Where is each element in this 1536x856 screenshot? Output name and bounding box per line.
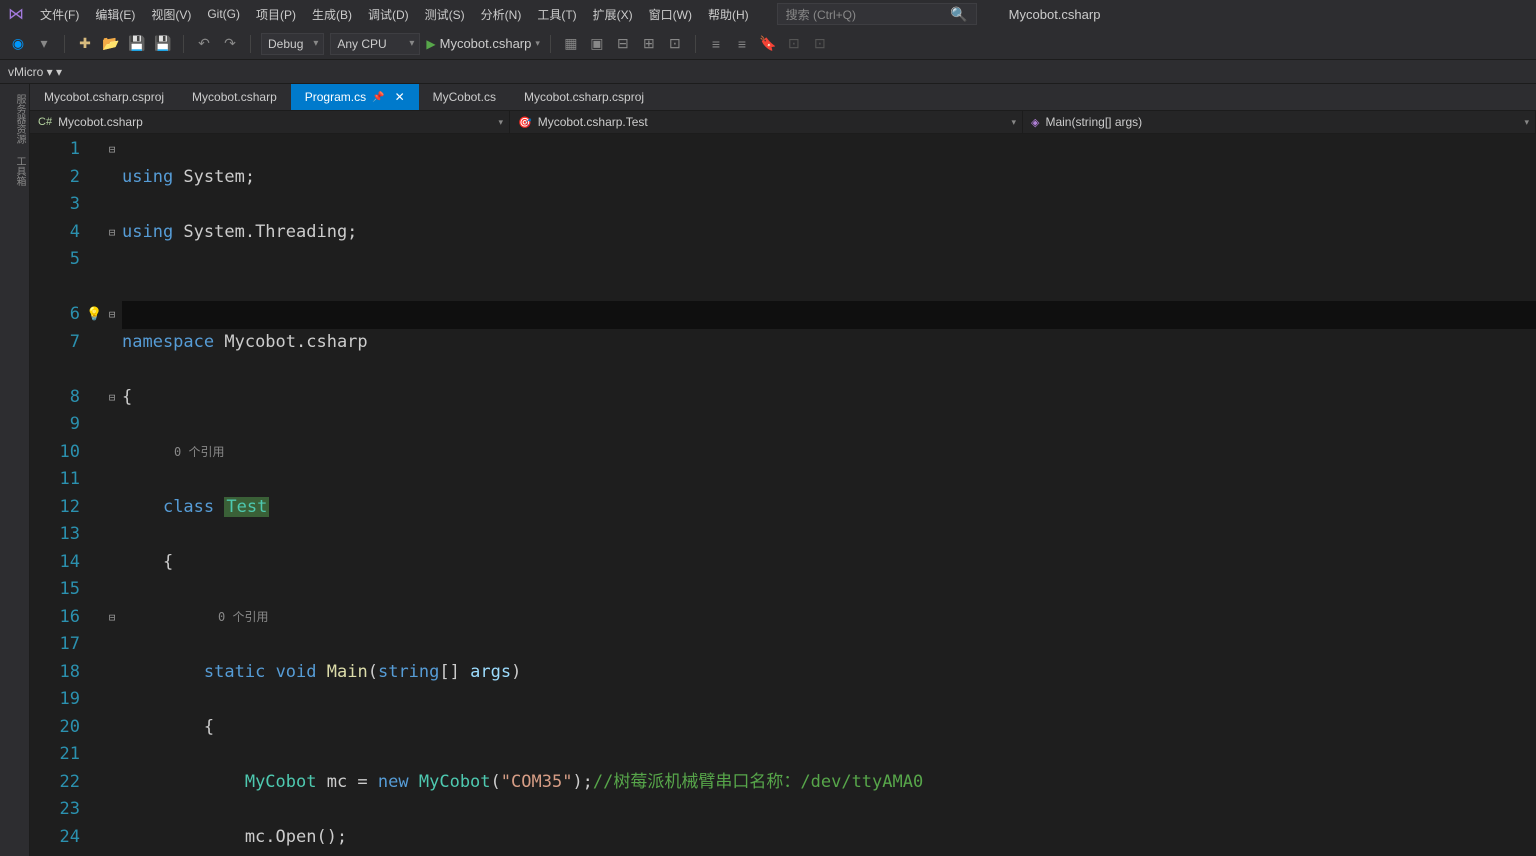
undo-icon[interactable]: ↶ bbox=[194, 34, 214, 54]
tool-icon[interactable]: ⊡ bbox=[665, 34, 685, 54]
nav-ns-label: Mycobot.csharp.Test bbox=[538, 115, 648, 129]
lightbulb-icon[interactable]: 💡 bbox=[86, 301, 102, 329]
line-numbers: 1 2 3 4 5 6💡 7 8 9 10 11 12 13 14 15 16 … bbox=[30, 134, 102, 856]
fold-toggle[interactable]: ⊟ bbox=[102, 384, 122, 412]
vs-logo-icon: ⋈ bbox=[8, 4, 24, 24]
menu-git[interactable]: Git(G) bbox=[199, 3, 248, 25]
toolbar: ◉ ▾ ✚ 📂 💾 💾 ↶ ↷ Debug Any CPU ▶ Mycobot.… bbox=[0, 28, 1536, 60]
menu-extensions[interactable]: 扩展(X) bbox=[585, 2, 641, 27]
navigation-bar: C# Mycobot.csharp 🎯 Mycobot.csharp.Test ◈ M… bbox=[30, 110, 1536, 134]
fold-toggle[interactable]: ⊟ bbox=[102, 219, 122, 247]
doc-tab[interactable]: Mycobot.csharp.csproj bbox=[510, 84, 658, 110]
tool-icon[interactable]: ≡ bbox=[732, 34, 752, 54]
separator bbox=[250, 35, 251, 53]
redo-icon[interactable]: ↷ bbox=[220, 34, 240, 54]
code-keyword: class bbox=[163, 497, 224, 517]
save-icon[interactable]: 💾 bbox=[127, 34, 147, 54]
menu-debug[interactable]: 调试(D) bbox=[360, 2, 417, 27]
vmicro-bar[interactable]: vMicro ▾ ▾ bbox=[0, 60, 1536, 84]
dropdown-icon[interactable]: ▾ bbox=[34, 34, 54, 54]
doc-tab-label: MyCobot.cs bbox=[433, 90, 496, 104]
open-icon[interactable]: 📂 bbox=[101, 34, 121, 54]
tool-icon[interactable]: ⊟ bbox=[613, 34, 633, 54]
fold-toggle[interactable]: ⊟ bbox=[102, 136, 122, 164]
pin-icon[interactable]: 📌 bbox=[372, 92, 384, 103]
solution-name: Mycobot.csharp bbox=[997, 3, 1113, 26]
left-sidebar: 服务器资源 工具箱 bbox=[0, 84, 30, 856]
class-icon: 🎯 bbox=[518, 116, 532, 129]
comment: //树莓派机械臂串口名称：/dev/ttyAMA0 bbox=[593, 772, 923, 792]
code-editor[interactable]: 1 2 3 4 5 6💡 7 8 9 10 11 12 13 14 15 16 … bbox=[30, 134, 1536, 856]
close-icon[interactable]: ✕ bbox=[391, 90, 405, 104]
sidebar-tab-toolbox[interactable]: 工具箱 bbox=[0, 150, 29, 192]
nav-member[interactable]: ◈ Main(string[] args) bbox=[1023, 111, 1536, 133]
code-text[interactable]: using System; using System.Threading; na… bbox=[122, 134, 1536, 856]
search-placeholder: 搜索 (Ctrl+Q) bbox=[786, 6, 856, 23]
nav-namespace[interactable]: 🎯 Mycobot.csharp.Test bbox=[510, 111, 1023, 133]
menu-edit[interactable]: 编辑(E) bbox=[87, 2, 143, 27]
csharp-icon: C# bbox=[38, 116, 52, 128]
menu-view[interactable]: 视图(V) bbox=[143, 2, 199, 27]
doc-tab-label: Mycobot.csharp.csproj bbox=[44, 90, 164, 104]
tool-icon[interactable]: ≡ bbox=[706, 34, 726, 54]
method-icon: ◈ bbox=[1031, 116, 1039, 129]
menu-help[interactable]: 帮助(H) bbox=[700, 2, 757, 27]
tool-icon[interactable]: ▦ bbox=[561, 34, 581, 54]
tool-icon[interactable]: ⊡ bbox=[784, 34, 804, 54]
string-literal: "COM35" bbox=[501, 772, 573, 792]
new-icon[interactable]: ✚ bbox=[75, 34, 95, 54]
doc-tab-active[interactable]: Program.cs 📌 ✕ bbox=[291, 84, 419, 110]
doc-tab[interactable]: Mycobot.csharp.csproj bbox=[30, 84, 178, 110]
play-icon: ▶ bbox=[426, 37, 435, 51]
sidebar-tab-server[interactable]: 服务器资源 bbox=[0, 88, 29, 150]
nav-project[interactable]: C# Mycobot.csharp bbox=[30, 111, 510, 133]
doc-tab[interactable]: Mycobot.csharp bbox=[178, 84, 291, 110]
separator bbox=[695, 35, 696, 53]
separator bbox=[64, 35, 65, 53]
separator bbox=[550, 35, 551, 53]
menu-test[interactable]: 测试(S) bbox=[417, 2, 473, 27]
run-label: Mycobot.csharp bbox=[440, 36, 532, 51]
fold-toggle[interactable]: ⊟ bbox=[102, 301, 122, 329]
save-all-icon[interactable]: 💾 bbox=[153, 34, 173, 54]
menu-tools[interactable]: 工具(T) bbox=[529, 2, 584, 27]
tool-icon[interactable]: ⊡ bbox=[810, 34, 830, 54]
tool-icon[interactable]: ⊞ bbox=[639, 34, 659, 54]
menubar: ⋈ 文件(F) 编辑(E) 视图(V) Git(G) 项目(P) 生成(B) 调… bbox=[0, 0, 1536, 28]
platform-dropdown[interactable]: Any CPU bbox=[330, 33, 420, 55]
config-dropdown[interactable]: Debug bbox=[261, 33, 324, 55]
codelens[interactable]: 0 个引用 bbox=[122, 604, 1536, 632]
doc-tab-label: Program.cs bbox=[305, 90, 366, 104]
tool-icon[interactable]: ▣ bbox=[587, 34, 607, 54]
separator bbox=[183, 35, 184, 53]
doc-tab[interactable]: MyCobot.cs bbox=[419, 84, 510, 110]
search-input[interactable]: 搜索 (Ctrl+Q) 🔍 bbox=[777, 3, 977, 25]
fold-toggle[interactable]: ⊟ bbox=[102, 604, 122, 632]
nav-project-label: Mycobot.csharp bbox=[58, 115, 143, 129]
class-name-highlight: Test bbox=[224, 497, 269, 517]
codelens[interactable]: 0 个引用 bbox=[122, 439, 1536, 467]
menu-window[interactable]: 窗口(W) bbox=[641, 2, 700, 27]
back-icon[interactable]: ◉ bbox=[8, 34, 28, 54]
bookmark-icon[interactable]: 🔖 bbox=[758, 34, 778, 54]
menu-file[interactable]: 文件(F) bbox=[32, 2, 87, 27]
menu-project[interactable]: 项目(P) bbox=[248, 2, 304, 27]
menu-build[interactable]: 生成(B) bbox=[304, 2, 360, 27]
doc-tab-label: Mycobot.csharp bbox=[192, 90, 277, 104]
search-icon[interactable]: 🔍 bbox=[950, 6, 967, 23]
run-button[interactable]: ▶ Mycobot.csharp ▾ bbox=[426, 36, 540, 51]
document-tabs: Mycobot.csharp.csproj Mycobot.csharp Pro… bbox=[30, 84, 1536, 110]
fold-column: ⊟ ⊟ ⊟ ⊟ ⊟ bbox=[102, 134, 122, 856]
nav-member-label: Main(string[] args) bbox=[1045, 115, 1142, 129]
menu-analysis[interactable]: 分析(N) bbox=[473, 2, 530, 27]
doc-tab-label: Mycobot.csharp.csproj bbox=[524, 90, 644, 104]
